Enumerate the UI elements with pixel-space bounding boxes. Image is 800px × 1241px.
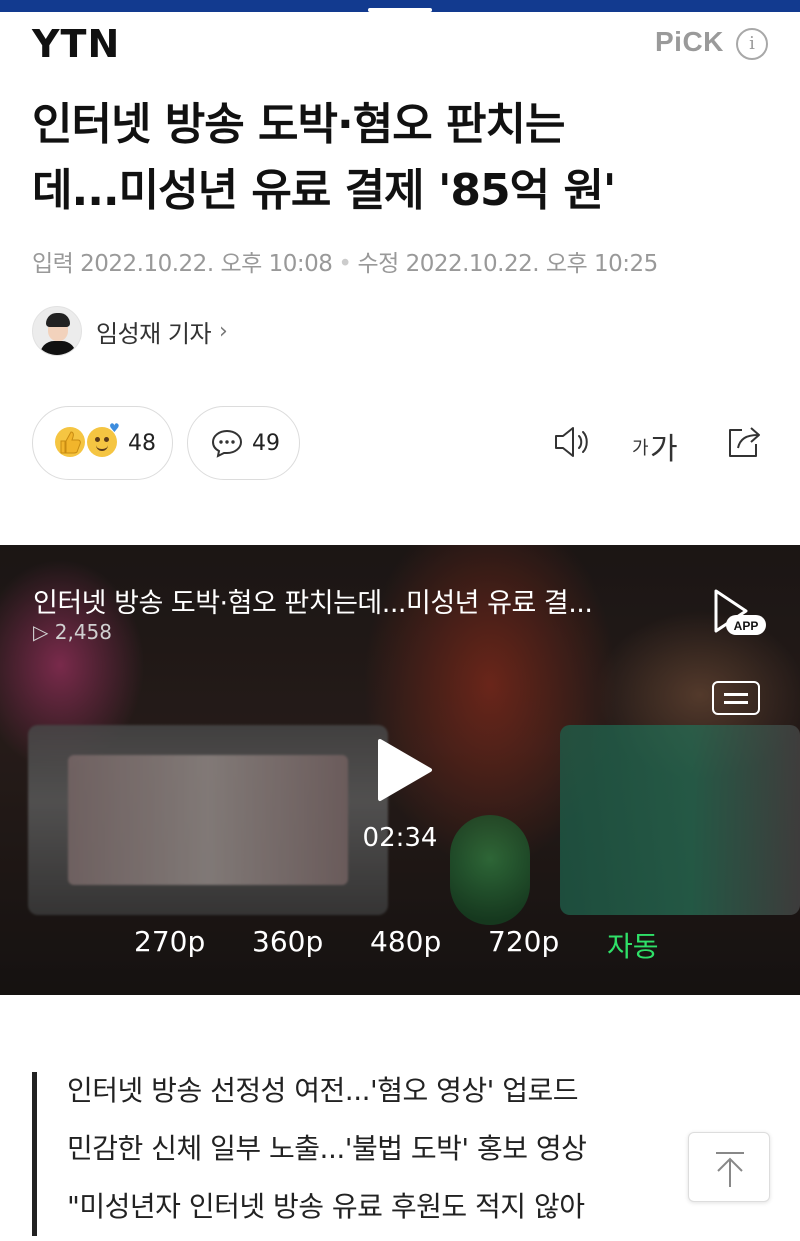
pick-label[interactable]: PiCK xyxy=(655,26,724,58)
top-bar xyxy=(0,0,800,12)
title-line-1: 인터넷 방송 도박·혐오 판치는 xyxy=(32,99,565,150)
comment-icon xyxy=(211,429,243,458)
reporter[interactable]: 임성재 기자 › xyxy=(32,306,228,356)
title-line-2: 데...미성년 유료 결제 '85억 원' xyxy=(32,165,616,216)
speaker-icon[interactable] xyxy=(550,420,594,464)
quality-720p[interactable]: 720p xyxy=(488,925,559,958)
article-dates: 입력 2022.10.22. 오후 10:08 • 수정 2022.10.22. 오… xyxy=(32,244,658,278)
thumbs-up-icon xyxy=(55,427,85,457)
ytn-logo[interactable]: YTN xyxy=(32,22,120,66)
separator-dot: • xyxy=(338,251,352,277)
video-duration: 02:34 xyxy=(362,823,438,853)
summary-line: 민감한 신체 일부 노출...'불법 도박' 홍보 영상 xyxy=(67,1132,587,1165)
chevron-right-icon: › xyxy=(219,318,228,344)
comment-count: 49 xyxy=(252,430,280,456)
video-title: 인터넷 방송 도박·혐오 판치는데...미성년 유료 결... xyxy=(33,588,593,619)
reaction-count: 48 xyxy=(128,430,156,456)
info-icon[interactable]: i xyxy=(736,28,768,60)
scroll-top-button[interactable] xyxy=(688,1132,770,1202)
summary-line: 인터넷 방송 선정성 여전...'혐오 영상' 업로드 xyxy=(67,1074,579,1107)
avatar xyxy=(32,306,82,356)
quality-480p[interactable]: 480p xyxy=(370,925,441,958)
reporter-name[interactable]: 임성재 기자 xyxy=(96,314,212,349)
quality-auto[interactable]: 자동 xyxy=(607,925,659,965)
header: YTN PiCK i xyxy=(0,12,800,78)
modified-date: 수정 2022.10.22. 오후 10:25 xyxy=(357,251,658,277)
video-views: ▷ 2,458 xyxy=(33,620,113,644)
comment-button[interactable]: 49 xyxy=(187,406,300,480)
published-date: 입력 2022.10.22. 오후 10:08 xyxy=(32,251,333,277)
quality-360p[interactable]: 360p xyxy=(252,925,323,958)
article-summary: 인터넷 방송 선정성 여전...'혐오 영상' 업로드 민감한 신체 일부 노출… xyxy=(32,1072,712,1236)
svg-text:APP: APP xyxy=(734,619,759,633)
reaction-button[interactable]: ♥ 48 xyxy=(32,406,173,480)
video-player[interactable]: 인터넷 방송 도박·혐오 판치는데...미성년 유료 결... ▷ 2,458 … xyxy=(0,545,800,995)
font-size-icon[interactable]: 가가 xyxy=(632,420,682,467)
article-title: 인터넷 방송 도박·혐오 판치는 데...미성년 유료 결제 '85억 원' xyxy=(32,92,772,224)
share-icon[interactable] xyxy=(722,420,766,464)
arrow-up-icon xyxy=(716,1152,744,1187)
play-icon[interactable] xyxy=(374,737,434,803)
quality-270p[interactable]: 270p xyxy=(134,925,205,958)
menu-icon[interactable] xyxy=(712,681,760,715)
heart-icon: ♥ xyxy=(109,421,120,435)
summary-line: "미성년자 인터넷 방송 유료 후원도 적지 않아 xyxy=(67,1190,585,1223)
open-app-icon[interactable]: APP xyxy=(708,585,768,645)
